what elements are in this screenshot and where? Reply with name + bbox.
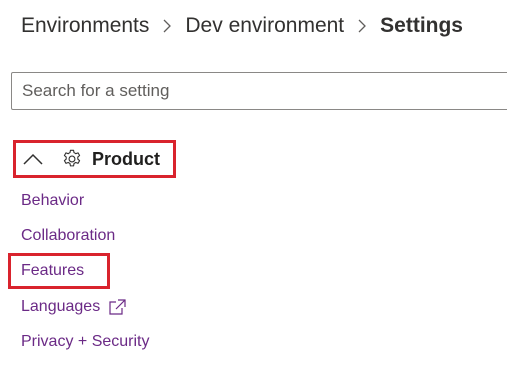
search-box[interactable] (11, 72, 507, 110)
group-title: Product (92, 148, 161, 169)
open-external-icon (109, 299, 126, 315)
breadcrumb-dev-environment[interactable]: Dev environment (185, 14, 344, 38)
breadcrumb-environments[interactable]: Environments (21, 14, 149, 38)
product-group-header[interactable]: Product (13, 140, 176, 178)
chevron-right-icon (348, 16, 376, 36)
breadcrumb: Environments Dev environment Settings (21, 12, 463, 40)
link-collaboration[interactable]: Collaboration (21, 227, 115, 245)
breadcrumb-settings: Settings (380, 14, 463, 37)
chevron-up-icon (23, 153, 43, 165)
chevron-right-icon (153, 16, 181, 36)
link-features[interactable]: Features (21, 262, 84, 280)
link-languages-label: Languages (21, 298, 101, 315)
link-languages[interactable]: Languages (21, 298, 126, 316)
link-behavior[interactable]: Behavior (21, 192, 84, 210)
search-input[interactable] (12, 73, 507, 109)
gear-icon (63, 149, 81, 167)
link-privacy-security[interactable]: Privacy + Security (21, 333, 149, 351)
settings-page: Environments Dev environment Settings Pr… (0, 0, 507, 378)
